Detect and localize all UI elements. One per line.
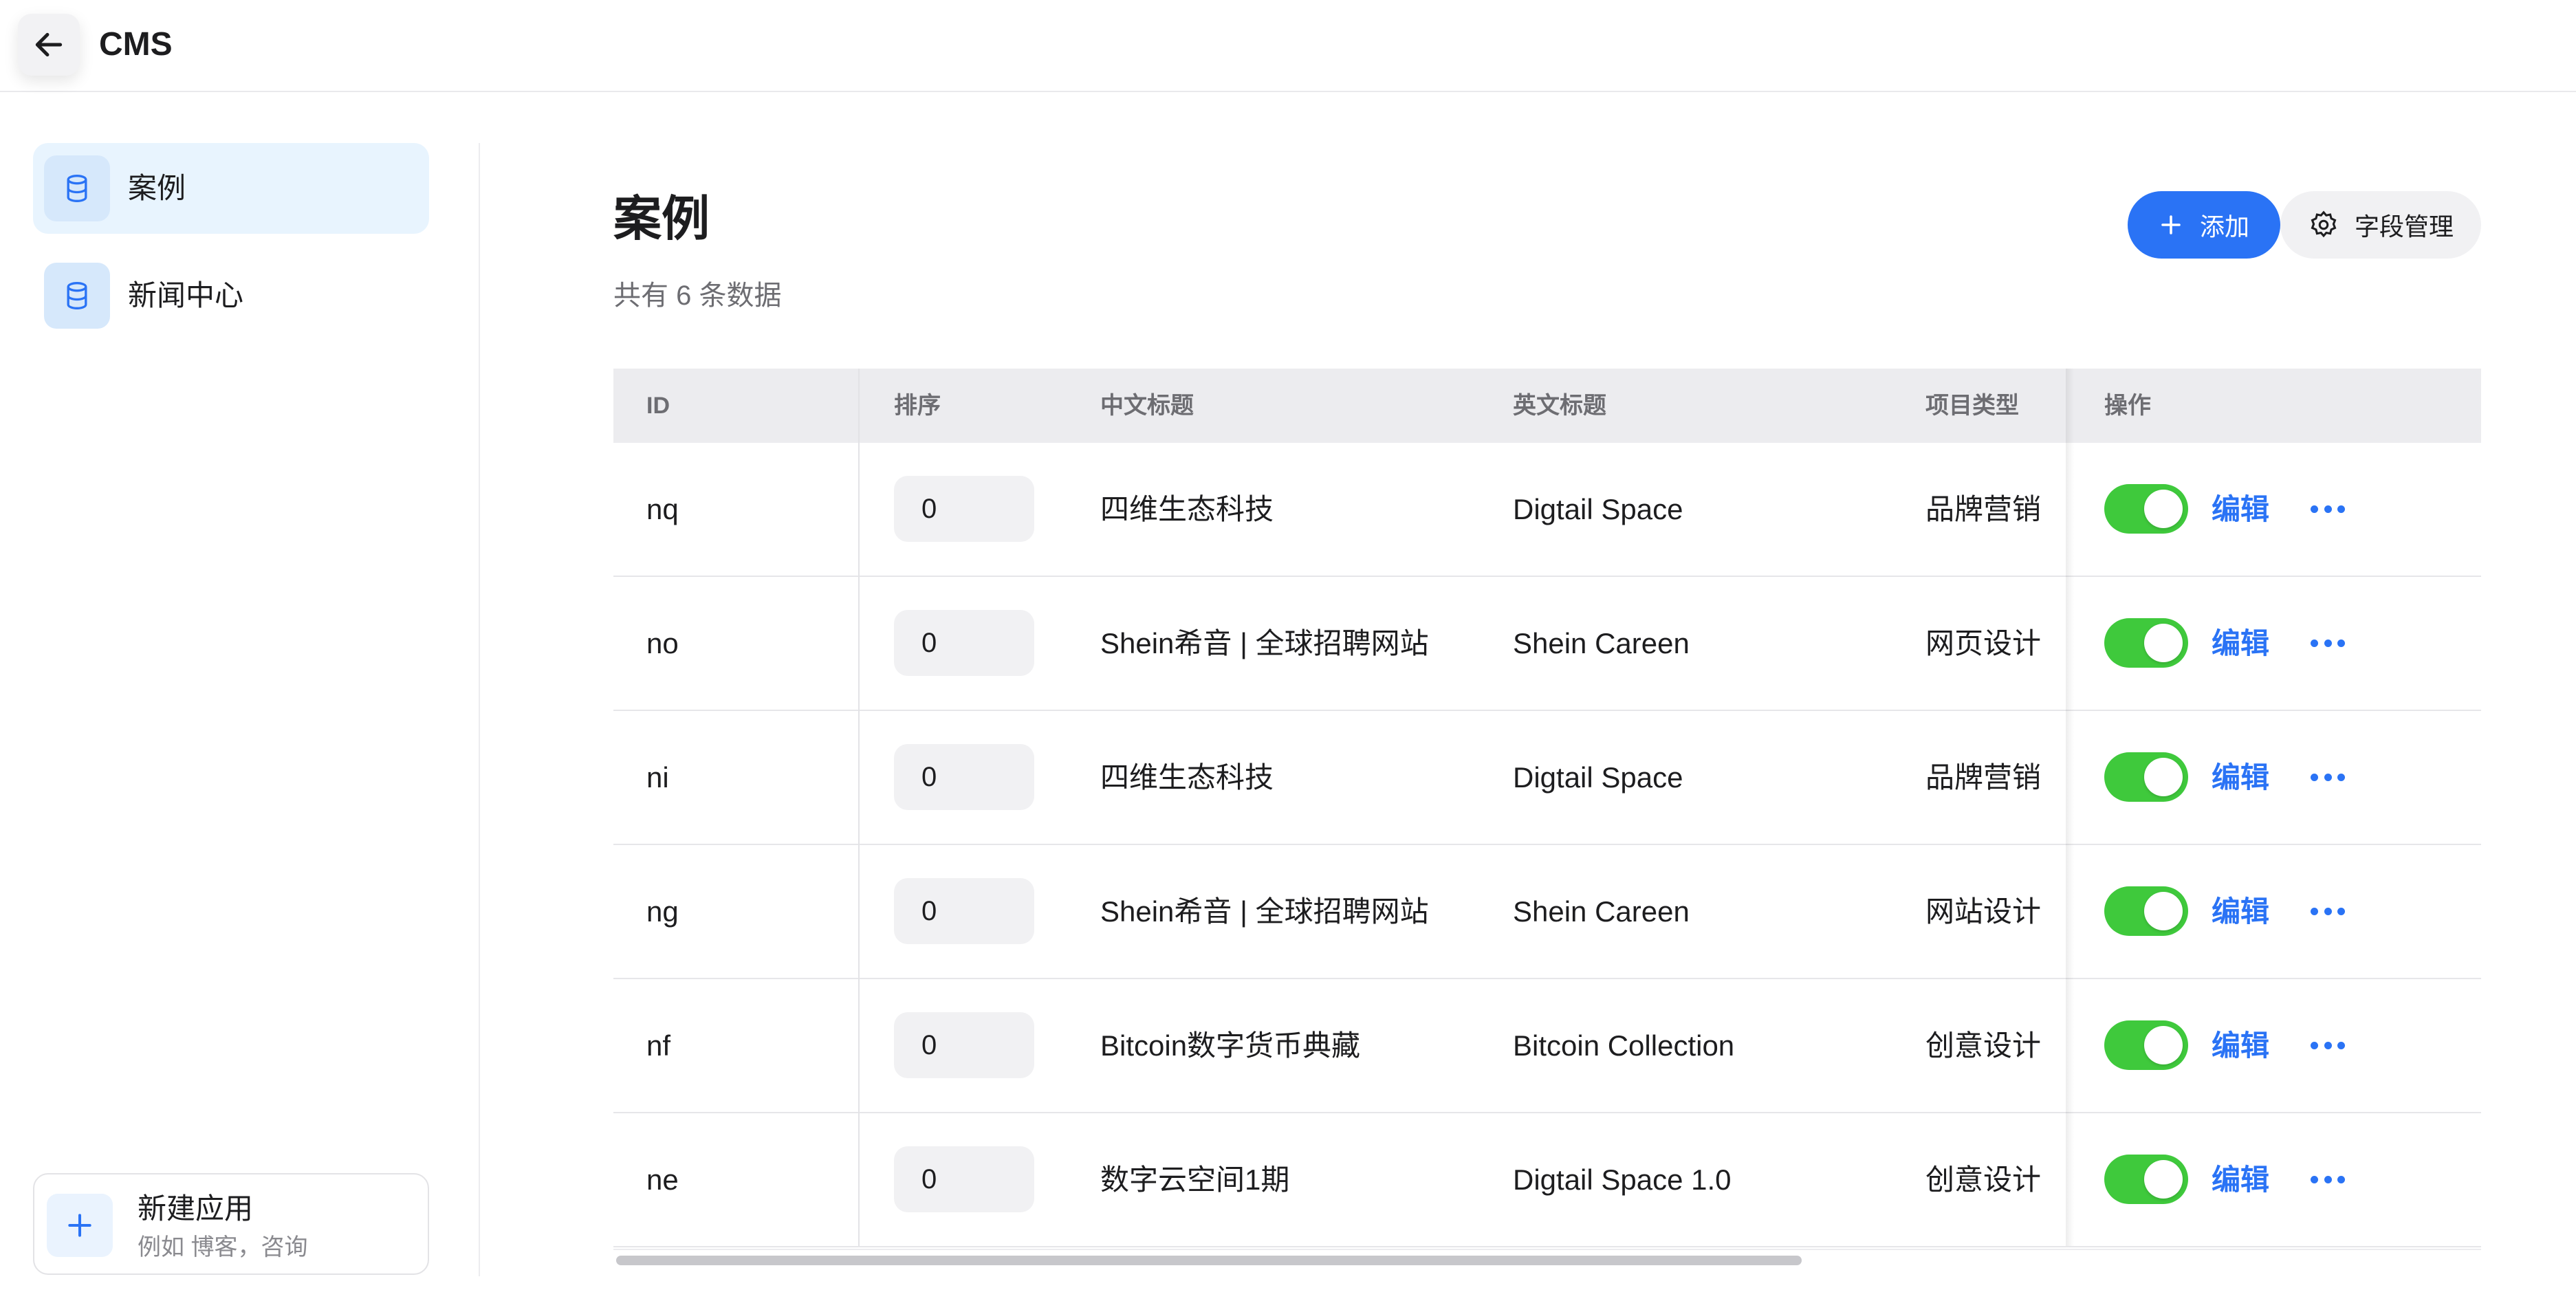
edit-link[interactable]: 编辑 [2212, 443, 2269, 576]
more-options-icon[interactable] [2311, 763, 2345, 791]
record-count: 共有 6 条数据 [613, 281, 782, 311]
row-en-title: Digtail Space [1513, 761, 1683, 794]
column-divider [858, 369, 860, 1246]
row-id: ng [646, 895, 679, 928]
gear-icon [2311, 210, 2337, 238]
sidebar-item-cases[interactable]: 案例 [33, 143, 429, 234]
publish-toggle[interactable] [2104, 1020, 2188, 1070]
sidebar-item-label: 案例 [128, 172, 186, 204]
new-app-title: 新建应用 [138, 1192, 254, 1225]
database-icon [44, 155, 110, 221]
top-bar: CMS [0, 0, 2576, 92]
plus-icon [2161, 215, 2181, 234]
sort-input[interactable]: 0 [894, 1146, 1034, 1212]
database-icon [44, 263, 110, 329]
row-type: 品牌营销 [1925, 493, 2042, 525]
arrow-left-icon [35, 32, 63, 57]
new-app-button[interactable]: 新建应用 例如 博客，咨询 [33, 1173, 429, 1275]
row-en-title: Bitcoin Collection [1513, 1029, 1735, 1062]
data-table: ID 排序 中文标题 英文标题 项目类型 操作 nq 0 四维生态科技 Digt… [613, 369, 2481, 1265]
row-cn-title: 四维生态科技 [1100, 761, 1274, 794]
table-header: ID 排序 中文标题 英文标题 项目类型 操作 [613, 369, 2481, 443]
new-app-hint: 例如 博客，咨询 [138, 1234, 308, 1260]
sidebar-item-news-center[interactable]: 新闻中心 [33, 250, 429, 341]
add-button-label: 添加 [2199, 212, 2249, 241]
back-button[interactable] [18, 14, 80, 76]
edit-link[interactable]: 编辑 [2212, 845, 2269, 978]
column-header-cn-title[interactable]: 中文标题 [1100, 369, 1194, 443]
table-row: nf 0 Bitcoin数字货币典藏 Bitcoin Collection 创意… [613, 979, 2481, 1113]
sort-input[interactable]: 0 [894, 476, 1034, 542]
row-en-title: Digtail Space 1.0 [1513, 1163, 1732, 1196]
column-header-id[interactable]: ID [646, 369, 670, 443]
row-cn-title: Bitcoin数字货币典藏 [1100, 1029, 1361, 1062]
row-id: nq [646, 493, 679, 525]
row-en-title: Shein Careen [1513, 895, 1690, 928]
row-cn-title: 四维生态科技 [1100, 493, 1274, 525]
column-header-sort[interactable]: 排序 [894, 369, 941, 443]
publish-toggle[interactable] [2104, 618, 2188, 668]
table-row: ne 0 数字云空间1期 Digtail Space 1.0 创意设计 编辑 [613, 1113, 2481, 1247]
table-row: no 0 Shein希音 | 全球招聘网站 Shein Careen 网页设计 … [613, 577, 2481, 711]
sidebar-divider [479, 143, 480, 1276]
row-type: 创意设计 [1925, 1029, 2042, 1062]
row-cn-title: Shein希音 | 全球招聘网站 [1100, 627, 1429, 659]
row-cn-title: Shein希音 | 全球招聘网站 [1100, 895, 1429, 928]
sort-input[interactable]: 0 [894, 744, 1034, 810]
table-row: ni 0 四维生态科技 Digtail Space 品牌营销 编辑 [613, 711, 2481, 845]
sort-input[interactable]: 0 [894, 878, 1034, 944]
sort-input[interactable]: 0 [894, 610, 1034, 676]
more-options-icon[interactable] [2311, 629, 2345, 657]
more-options-icon[interactable] [2311, 1031, 2345, 1059]
row-type: 品牌营销 [1925, 761, 2042, 794]
edit-link[interactable]: 编辑 [2212, 711, 2269, 844]
sidebar-item-label: 新闻中心 [128, 279, 244, 311]
row-id: nf [646, 1029, 671, 1062]
edit-link[interactable]: 编辑 [2212, 979, 2269, 1112]
publish-toggle[interactable] [2104, 886, 2188, 936]
more-options-icon[interactable] [2311, 1166, 2345, 1193]
row-en-title: Shein Careen [1513, 627, 1690, 659]
table-row: ng 0 Shein希音 | 全球招聘网站 Shein Careen 网站设计 … [613, 845, 2481, 979]
sticky-column-shadow [2066, 369, 2074, 1246]
field-management-label: 字段管理 [2354, 212, 2454, 241]
plus-icon [47, 1194, 113, 1257]
edit-link[interactable]: 编辑 [2212, 577, 2269, 710]
publish-toggle[interactable] [2104, 752, 2188, 802]
row-id: no [646, 627, 679, 659]
row-id: ni [646, 761, 669, 794]
publish-toggle[interactable] [2104, 1155, 2188, 1204]
app-title: CMS [99, 26, 173, 63]
column-header-type[interactable]: 项目类型 [1925, 369, 2019, 443]
more-options-icon[interactable] [2311, 495, 2345, 523]
table-row: nq 0 四维生态科技 Digtail Space 品牌营销 编辑 [613, 443, 2481, 577]
row-id: ne [646, 1163, 679, 1196]
field-management-button[interactable]: 字段管理 [2280, 191, 2481, 259]
row-type: 网站设计 [1925, 895, 2042, 928]
column-header-actions: 操作 [2104, 393, 2151, 419]
add-button[interactable]: 添加 [2128, 191, 2280, 259]
publish-toggle[interactable] [2104, 484, 2188, 534]
row-type: 网页设计 [1925, 627, 2042, 659]
horizontal-scrollbar[interactable] [613, 1249, 2481, 1265]
more-options-icon[interactable] [2311, 897, 2345, 925]
row-cn-title: 数字云空间1期 [1100, 1163, 1290, 1196]
edit-link[interactable]: 编辑 [2212, 1113, 2269, 1246]
sort-input[interactable]: 0 [894, 1012, 1034, 1078]
page-title: 案例 [613, 192, 710, 245]
scrollbar-thumb[interactable] [616, 1256, 1802, 1265]
column-header-en-title[interactable]: 英文标题 [1513, 369, 1606, 443]
row-en-title: Digtail Space [1513, 493, 1683, 525]
row-type: 创意设计 [1925, 1163, 2042, 1196]
